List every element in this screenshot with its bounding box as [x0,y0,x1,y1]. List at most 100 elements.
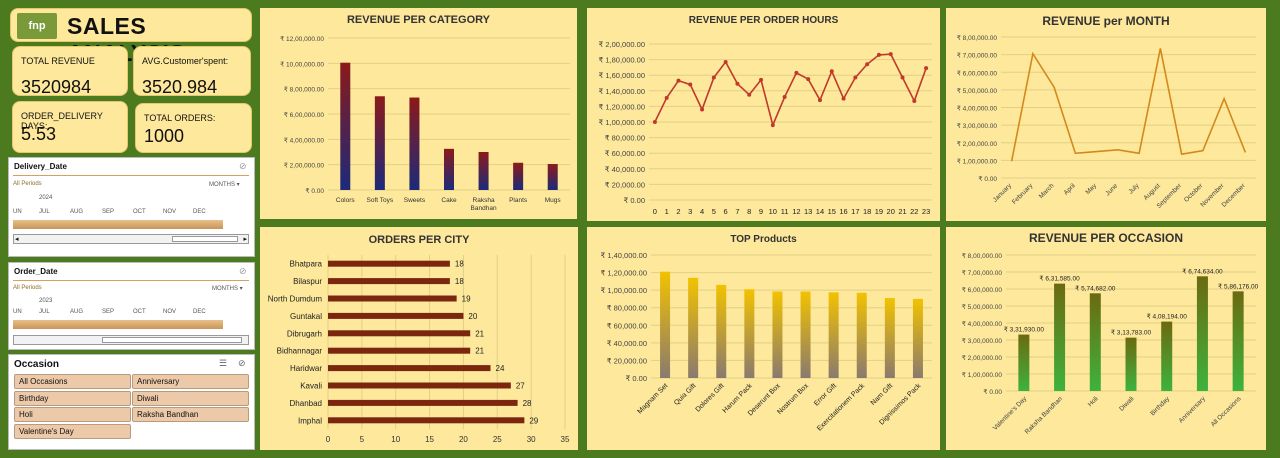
occasion-item[interactable]: Raksha Bandhan [132,407,249,422]
bar [1018,334,1030,391]
y-tick-label: ₹ 80,000.00 [607,304,647,313]
x-tick-label: Nam Gift [870,382,895,407]
bar [513,162,524,190]
data-point [900,75,905,80]
order-date-timeline[interactable]: Order_Date ⊘ All Periods MONTHS ▾ 2023 U… [8,262,255,350]
x-tick-label: Bandhan [471,205,497,212]
y-tick-label: ₹ 2,00,000.00 [957,140,998,148]
bar [912,298,923,378]
y-tick-label: ₹ 6,00,000.00 [284,111,325,119]
x-tick-label: 5 [360,435,365,444]
month-label: UN [13,209,22,215]
occasion-item[interactable]: All Occasions [14,374,131,389]
bar [688,277,699,378]
multi-select-icon[interactable]: ☰ [219,358,227,369]
bar [444,148,454,190]
occasion-item[interactable]: Valentine's Day [14,424,131,439]
bar [1196,276,1208,391]
y-tick-label: Guntakal [290,312,322,321]
x-tick-label: July [1127,182,1141,196]
bar [1232,291,1244,391]
y-tick-label: Imphal [298,416,322,425]
year-label: 2023 [39,298,53,304]
x-tick-label: 17 [851,207,859,216]
y-tick-label: ₹ 4,00,000.00 [957,105,998,113]
y-tick-label: ₹ 10,00,000.00 [280,60,324,68]
y-tick-label: ₹ 7,00,000.00 [962,269,1003,277]
slicer-title: Delivery_Date [14,162,67,171]
occasion-item[interactable]: Diwali [132,391,249,406]
revenue-per-occasion-panel: REVENUE PER OCCASION ₹ 0.00 ₹ 1,00,000.00… [946,227,1266,450]
y-tick-label: Kavali [300,382,322,391]
data-point [664,95,669,100]
x-tick-label: April [1063,182,1078,197]
period-unit-dropdown[interactable]: MONTHS ▾ [209,181,240,188]
x-tick-label: Plants [509,197,528,204]
y-tick-label: ₹ 3,00,000.00 [957,122,998,130]
revenue-per-month-panel: REVENUE per MONTH ₹ 0.00 ₹ 1,00,000.00 ₹ 2… [946,8,1266,221]
x-tick-label: 21 [898,207,906,216]
bar [884,298,895,378]
clear-filter-icon[interactable]: ⊘ [238,358,246,369]
kpi-label: TOTAL REVENUE [21,56,95,66]
delivery-date-timeline[interactable]: Delivery_Date ⊘ All Periods MONTHS ▾ 202… [8,157,255,257]
revenue-per-occasion-chart: ₹ 0.00 ₹ 1,00,000.00 ₹ 2,00,000.00 ₹ 3,00,0… [962,252,1259,436]
data-point [700,107,705,112]
month-label: AUG [70,209,84,215]
month-label: OCT [133,309,146,315]
occasion-item[interactable]: Anniversary [132,374,249,389]
data-point [735,81,740,86]
y-tick-label: Dibrugarh [287,329,322,338]
x-tick-label: 13 [804,207,812,216]
month-labels: UN JUL AUG SEP OCT NOV DEC [13,309,223,317]
data-point [711,75,716,80]
x-tick-label: Holi [1087,395,1100,408]
bar [328,382,511,389]
x-tick-label: Raksha [473,197,495,204]
data-label: ₹ 3,31,930.00 [1004,326,1045,334]
revenue-per-hour-panel: REVENUE PER ORDER HOURS ₹ 0.00 ₹ 20,000.0… [587,8,940,221]
data-point [747,92,752,97]
bar [828,292,839,378]
month-label: NOV [163,209,177,215]
y-tick-label: ₹ 2,00,000.00 [284,162,325,170]
bar [328,295,457,302]
revenue-per-hour-chart: ₹ 0.00 ₹ 20,000.00 ₹ 40,000.00 ₹ 60,000.00 ₹… [599,40,932,216]
x-tick-label: 12 [792,207,800,216]
x-tick-label: All Occasions [1210,395,1243,428]
y-tick-label: ₹ 6,00,000.00 [957,69,998,77]
data-label: 28 [523,399,532,408]
y-tick-label: ₹ 12,00,000.00 [280,35,324,43]
bar [1054,283,1066,391]
occasion-slicer[interactable]: Occasion ☰ ⊘ All Occasions Anniversary B… [8,354,255,450]
data-point [676,78,681,83]
x-tick-label: 4 [700,207,704,216]
x-tick-label: 3 [688,207,692,216]
timeline-scrollbar[interactable] [13,335,249,345]
month-label: JUL [39,209,50,215]
clear-filter-icon[interactable]: ⊘ [239,266,247,277]
kpi-label: TOTAL ORDERS: [144,113,216,123]
y-tick-label: ₹ 40,000.00 [607,339,647,348]
y-tick-label: ₹ 5,00,000.00 [957,87,998,95]
y-tick-label: ₹ 2,00,000.00 [962,354,1003,362]
slicer-title: Order_Date [14,267,58,276]
timeline-bar[interactable] [13,320,223,329]
timeline-scrollbar[interactable]: ◂ ▸ [13,234,249,244]
x-tick-label: 0 [653,207,657,216]
bar [328,347,471,354]
clear-filter-icon[interactable]: ⊘ [239,161,247,172]
month-label: NOV [163,309,177,315]
bar [856,292,867,378]
bar [547,164,558,190]
occasion-item[interactable]: Holi [14,407,131,422]
occasion-item[interactable]: Birthday [14,391,131,406]
y-tick-label: ₹ 0.00 [626,374,647,383]
month-labels: UN JUL AUG SEP OCT NOV DEC [13,209,223,217]
logo: fnp [17,13,57,39]
timeline-bar[interactable] [13,220,223,229]
x-tick-label: 14 [816,207,824,216]
data-label: 20 [468,312,477,321]
x-tick-label: August [1143,182,1162,201]
period-unit-dropdown[interactable]: MONTHS ▾ [212,285,243,292]
